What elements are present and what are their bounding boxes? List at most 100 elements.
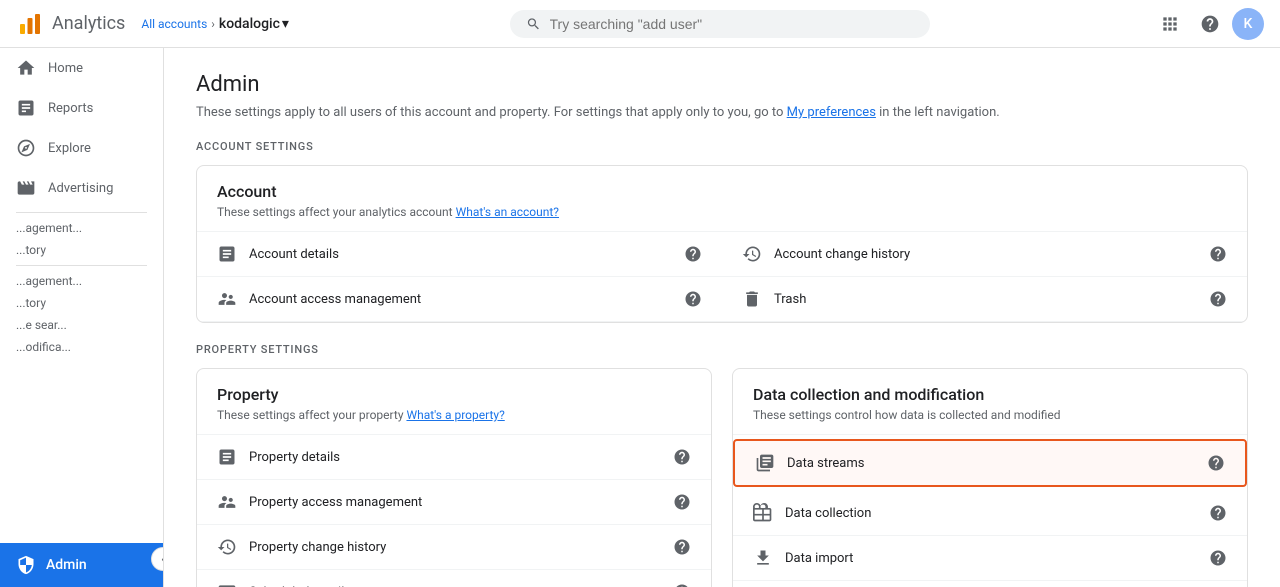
account-access-label: Account access management bbox=[249, 292, 421, 307]
property-details-icon bbox=[217, 447, 237, 467]
data-retention-item[interactable]: Data retention bbox=[733, 581, 1247, 587]
trash-help-icon bbox=[1209, 290, 1227, 308]
content-area: Admin These settings apply to all users … bbox=[164, 48, 1280, 587]
sidebar-item-explore[interactable]: Explore bbox=[0, 128, 155, 168]
property-change-item[interactable]: Property change history bbox=[197, 525, 711, 570]
sidebar-partial-6: ...odifica... bbox=[0, 336, 163, 358]
account-items-grid: Account details Account change history bbox=[197, 232, 1247, 322]
data-collection-icon bbox=[753, 503, 773, 523]
breadcrumb: All accounts › kodalogic ▾ bbox=[141, 16, 289, 32]
data-collection-help bbox=[1209, 504, 1227, 522]
sidebar-divider-2 bbox=[16, 265, 147, 266]
property-subtitle-text: These settings affect your property bbox=[217, 408, 406, 422]
property-access-label: Property access management bbox=[249, 495, 422, 510]
sidebar-divider bbox=[16, 212, 147, 213]
avatar[interactable]: K bbox=[1232, 8, 1264, 40]
account-details-left: Account details bbox=[217, 244, 339, 264]
whats-property-link[interactable]: What's a property? bbox=[406, 408, 504, 422]
account-access-help-icon bbox=[684, 290, 702, 308]
explore-icon bbox=[16, 138, 36, 158]
app-name: Analytics bbox=[52, 13, 125, 34]
advertising-icon bbox=[16, 178, 36, 198]
scheduled-emails-help bbox=[673, 583, 691, 587]
sidebar-partial-3: ...agement... bbox=[0, 270, 163, 292]
property-details-help bbox=[673, 448, 691, 466]
data-collection-item[interactable]: Data collection bbox=[733, 491, 1247, 536]
page-subtitle: These settings apply to all users of thi… bbox=[196, 105, 1248, 120]
trash-item[interactable]: Trash bbox=[722, 277, 1247, 322]
sidebar-partial-4: ...tory bbox=[0, 292, 163, 314]
account-details-icon bbox=[217, 244, 237, 264]
sidebar-partial-1: ...agement... bbox=[0, 217, 163, 239]
data-import-icon bbox=[753, 548, 773, 568]
subtitle-suffix: in the left navigation. bbox=[879, 105, 1000, 120]
search-box[interactable] bbox=[510, 10, 930, 38]
scheduled-emails-item[interactable]: Scheduled emails bbox=[197, 570, 711, 587]
breadcrumb-separator: › bbox=[211, 17, 215, 31]
apps-button[interactable] bbox=[1152, 6, 1188, 42]
property-access-icon bbox=[217, 492, 237, 512]
account-card-header: Account These settings affect your analy… bbox=[197, 166, 1247, 232]
account-access-icon bbox=[217, 289, 237, 309]
data-streams-icon bbox=[755, 453, 775, 473]
property-change-help bbox=[673, 538, 691, 556]
sidebar-label-home: Home bbox=[48, 61, 83, 76]
sidebar-partial-2: ...tory bbox=[0, 239, 163, 261]
help-button[interactable] bbox=[1192, 6, 1228, 42]
sidebar-item-home[interactable]: Home bbox=[0, 48, 155, 88]
main-layout: Home Reports Explore Advertising ...agem… bbox=[0, 48, 1280, 587]
reports-icon bbox=[16, 98, 36, 118]
property-details-item[interactable]: Property details bbox=[197, 435, 711, 480]
topbar-icons: K bbox=[1152, 6, 1264, 42]
sidebar-label-reports: Reports bbox=[48, 101, 93, 116]
trash-icon bbox=[742, 289, 762, 309]
data-streams-label: Data streams bbox=[787, 456, 864, 471]
trash-left: Trash bbox=[742, 289, 806, 309]
sidebar-label-advertising: Advertising bbox=[48, 181, 113, 196]
search-icon bbox=[526, 16, 541, 32]
account-subtitle-text: These settings affect your analytics acc… bbox=[217, 205, 453, 219]
account-settings-label: ACCOUNT SETTINGS bbox=[196, 140, 1248, 153]
data-import-help bbox=[1209, 549, 1227, 567]
account-card-title: Account bbox=[217, 182, 1227, 201]
trash-label: Trash bbox=[774, 292, 806, 307]
subtitle-text: These settings apply to all users of thi… bbox=[196, 105, 783, 120]
data-collection-header: Data collection and modification These s… bbox=[733, 369, 1247, 435]
data-collection-subtitle: These settings control how data is colle… bbox=[753, 408, 1227, 422]
account-card: Account These settings affect your analy… bbox=[196, 165, 1248, 323]
home-icon bbox=[16, 58, 36, 78]
account-details-item[interactable]: Account details bbox=[197, 232, 722, 277]
sidebar-item-advertising[interactable]: Advertising bbox=[0, 168, 155, 208]
account-change-left: Account change history bbox=[742, 244, 910, 264]
sidebar: Home Reports Explore Advertising ...agem… bbox=[0, 48, 164, 587]
search-input[interactable] bbox=[550, 16, 915, 32]
data-streams-item[interactable]: Data streams bbox=[733, 439, 1247, 487]
account-name-text: kodalogic bbox=[219, 16, 280, 32]
account-chevron: ▾ bbox=[282, 16, 289, 32]
topbar: Analytics All accounts › kodalogic ▾ K bbox=[0, 0, 1280, 48]
my-preferences-link[interactable]: My preferences bbox=[787, 105, 876, 120]
data-import-item[interactable]: Data import bbox=[733, 536, 1247, 581]
account-access-left: Account access management bbox=[217, 289, 421, 309]
property-change-icon bbox=[217, 537, 237, 557]
admin-label: Admin bbox=[46, 557, 87, 573]
property-change-label: Property change history bbox=[249, 540, 386, 555]
property-access-item[interactable]: Property access management bbox=[197, 480, 711, 525]
property-section: Property These settings affect your prop… bbox=[196, 368, 1248, 587]
property-card-title: Property bbox=[217, 385, 691, 404]
account-change-help-icon bbox=[1209, 245, 1227, 263]
sidebar-item-reports[interactable]: Reports bbox=[0, 88, 155, 128]
admin-button[interactable]: Admin bbox=[0, 543, 164, 587]
sidebar-label-explore: Explore bbox=[48, 141, 91, 156]
data-collection-label: Data collection bbox=[785, 506, 871, 521]
breadcrumb-all-accounts[interactable]: All accounts bbox=[141, 17, 207, 31]
data-streams-help bbox=[1207, 454, 1225, 472]
data-collection-title: Data collection and modification bbox=[753, 385, 1227, 404]
property-card-header: Property These settings affect your prop… bbox=[197, 369, 711, 435]
whats-account-link[interactable]: What's an account? bbox=[456, 205, 559, 219]
account-name[interactable]: kodalogic ▾ bbox=[219, 16, 289, 32]
property-settings-label: PROPERTY SETTINGS bbox=[196, 343, 1248, 356]
account-access-item[interactable]: Account access management bbox=[197, 277, 722, 322]
account-change-history-item[interactable]: Account change history bbox=[722, 232, 1247, 277]
account-card-subtitle: These settings affect your analytics acc… bbox=[217, 205, 1227, 219]
